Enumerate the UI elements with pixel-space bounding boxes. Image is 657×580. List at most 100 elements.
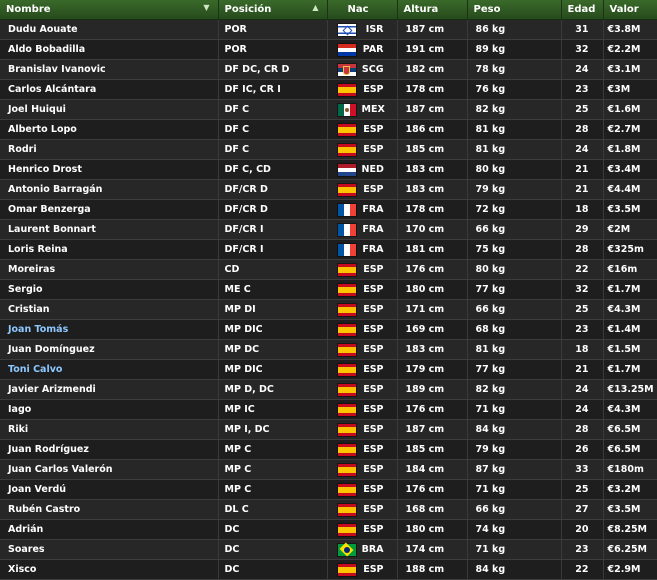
player-name[interactable]: Joel Huiqui [8,104,66,115]
table-row[interactable]: Moreiras CD ESP 176 cm 80 kg 22 €16m [0,259,657,280]
column-header-nombre[interactable]: Nombre ▼ [0,0,219,20]
player-name[interactable]: Laurent Bonnart [8,224,96,235]
table-row[interactable]: Iago MP IC ESP 176 cm 71 kg 24 €4.3M [0,399,657,420]
column-header-altura[interactable]: Altura [397,0,468,20]
player-name[interactable]: Joan Tomás [8,324,68,335]
player-name-cell[interactable]: Juan Domínguez [0,339,219,360]
sort-ascending-icon[interactable]: ▲ [312,3,318,12]
player-name-cell[interactable]: Dudu Aouate [0,19,219,40]
player-name[interactable]: Joan Verdú [8,484,66,495]
table-row[interactable]: Aldo Bobadilla POR PAR 191 cm 89 kg 32 €2.2M [0,39,657,60]
table-row[interactable]: Joel Huiqui DF C MEX 187 cm 82 kg 25 €1.6M [0,99,657,120]
column-header-edad[interactable]: Edad [561,0,604,20]
player-position: CD [224,264,240,275]
table-row[interactable]: Riki MP I, DC ESP 187 cm 84 kg 28 €6.5M [0,419,657,440]
table-row[interactable]: Loris Reina DF/CR I FRA 181 cm 75 kg 28 €325m [0,239,657,260]
player-name-cell[interactable]: Juan Carlos Valerón [0,459,219,480]
table-row[interactable]: Soares DC BRA 174 cm 71 kg 23 €6.25M [0,539,657,560]
table-row[interactable]: Toni Calvo MP DIC ESP 179 cm 77 kg 21 €1.7M [0,359,657,380]
player-name-cell[interactable]: Joan Verdú [0,479,219,500]
player-value: €8.25M [607,524,648,535]
player-name[interactable]: Javier Arizmendi [8,384,96,395]
table-row[interactable]: Laurent Bonnart DF/CR I FRA 170 cm 66 kg 29 €2… [0,219,657,240]
table-row[interactable]: Cristian MP DI ESP 171 cm 66 kg 25 €4.3M [0,299,657,320]
table-row[interactable]: Carlos Alcántara DF IC, CR I ESP 178 cm 76 k… [0,79,657,100]
player-name-cell[interactable]: Javier Arizmendi [0,379,219,400]
player-name[interactable]: Omar Benzerga [8,204,91,215]
player-name-cell[interactable]: Riki [0,419,219,440]
player-name[interactable]: Moreiras [8,264,55,275]
table-row[interactable]: Juan Carlos Valerón MP C ESP 184 cm 87 kg 33 €… [0,459,657,480]
player-position: DF C, CD [224,164,271,175]
player-name-cell[interactable]: Juan Rodríguez [0,439,219,460]
player-name[interactable]: Rodri [8,144,37,155]
player-name[interactable]: Soares [8,544,45,555]
player-name-cell[interactable]: Laurent Bonnart [0,219,219,240]
player-name[interactable]: Riki [8,424,28,435]
player-name[interactable]: Cristian [8,304,50,315]
player-name-cell[interactable]: Moreiras [0,259,219,280]
table-row[interactable]: Joan Verdú MP C ESP 176 cm 71 kg 25 €3.2M [0,479,657,500]
player-name[interactable]: Sergio [8,284,43,295]
player-name[interactable]: Xisco [8,564,36,575]
table-row[interactable]: Alberto Lopo DF C ESP 186 cm 81 kg 28 €2.7M [0,119,657,140]
player-name[interactable]: Rubén Castro [8,504,80,515]
table-row[interactable]: Juan Domínguez MP DC ESP 183 cm 81 kg 18 €1.5M [0,339,657,360]
age-cell: 32 [561,279,604,300]
table-row[interactable]: Branislav Ivanovic DF DC, CR D SCG 182 cm 78… [0,59,657,80]
table-row[interactable]: Joan Tomás MP DIC ESP 169 cm 68 kg 23 €1.4M [0,319,657,340]
player-name[interactable]: Juan Carlos Valerón [8,464,113,475]
player-name-cell[interactable]: Branislav Ivanovic [0,59,219,80]
player-name[interactable]: Juan Domínguez [8,344,95,355]
column-header-nac[interactable]: Nac [327,0,398,20]
player-name[interactable]: Henrico Drost [8,164,82,175]
player-name[interactable]: Juan Rodríguez [8,444,89,455]
player-name[interactable]: Alberto Lopo [8,124,77,135]
table-row[interactable]: Dudu Aouate POR ISR 187 cm 86 kg 31 €3.8M [0,19,657,40]
player-name[interactable]: Adrián [8,524,43,535]
player-name-cell[interactable]: Rodri [0,139,219,160]
player-name-cell[interactable]: Iago [0,399,219,420]
player-name[interactable]: Toni Calvo [8,364,62,375]
player-name[interactable]: Antonio Barragán [8,184,102,195]
column-header-posicion[interactable]: Posición ▲ [218,0,328,20]
player-name-cell[interactable]: Cristian [0,299,219,320]
dropdown-arrow-icon[interactable]: ▼ [203,3,209,12]
column-label-valor: Valor [609,4,639,15]
player-name-cell[interactable]: Omar Benzerga [0,199,219,220]
height-cell: 170 cm [397,219,468,240]
player-name-cell[interactable]: Joan Tomás [0,319,219,340]
player-name-cell[interactable]: Soares [0,539,219,560]
table-row[interactable]: Henrico Drost DF C, CD NED 183 cm 80 kg 21 €3.… [0,159,657,180]
table-row[interactable]: Xisco DC ESP 188 cm 84 kg 22 €2.9M [0,559,657,580]
player-name[interactable]: Carlos Alcántara [8,84,96,95]
table-row[interactable]: Rodri DF C ESP 185 cm 81 kg 24 €1.8M [0,139,657,160]
column-header-valor[interactable]: Valor [603,0,657,20]
player-name[interactable]: Iago [8,404,31,415]
player-name-cell[interactable]: Loris Reina [0,239,219,260]
weight-cell: 75 kg [467,239,562,260]
player-name[interactable]: Loris Reina [8,244,68,255]
player-name-cell[interactable]: Alberto Lopo [0,119,219,140]
table-row[interactable]: Sergio ME C ESP 180 cm 77 kg 32 €1.7M [0,279,657,300]
table-row[interactable]: Juan Rodríguez MP C ESP 185 cm 79 kg 26 €6.5M [0,439,657,460]
player-name-cell[interactable]: Antonio Barragán [0,179,219,200]
player-name-cell[interactable]: Aldo Bobadilla [0,39,219,60]
table-row[interactable]: Antonio Barragán DF/CR D ESP 183 cm 79 kg 21 €… [0,179,657,200]
player-name-cell[interactable]: Henrico Drost [0,159,219,180]
player-name[interactable]: Aldo Bobadilla [8,44,85,55]
player-name-cell[interactable]: Sergio [0,279,219,300]
player-name-cell[interactable]: Toni Calvo [0,359,219,380]
player-name-cell[interactable]: Joel Huiqui [0,99,219,120]
table-row[interactable]: Adrián DC ESP 180 cm 74 kg 20 €8.25M [0,519,657,540]
table-row[interactable]: Javier Arizmendi MP D, DC ESP 189 cm 82 kg 24… [0,379,657,400]
player-name-cell[interactable]: Xisco [0,559,219,580]
column-header-peso[interactable]: Peso [467,0,562,20]
table-row[interactable]: Omar Benzerga DF/CR D FRA 178 cm 72 kg 18 €3.5… [0,199,657,220]
player-name[interactable]: Branislav Ivanovic [8,64,106,75]
player-name[interactable]: Dudu Aouate [8,24,78,35]
table-row[interactable]: Rubén Castro DL C ESP 168 cm 66 kg 27 €3.5M [0,499,657,520]
player-name-cell[interactable]: Rubén Castro [0,499,219,520]
player-name-cell[interactable]: Adrián [0,519,219,540]
player-name-cell[interactable]: Carlos Alcántara [0,79,219,100]
